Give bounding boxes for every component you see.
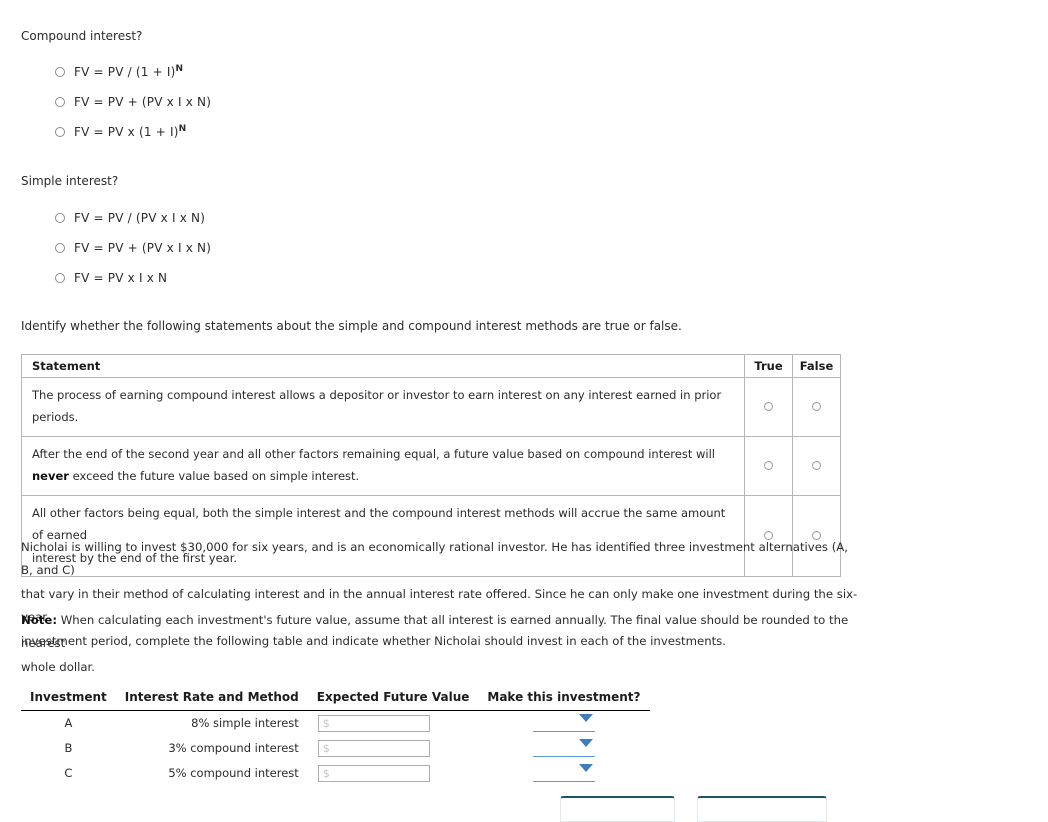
statement-text-2: After the end of the second year and all… bbox=[21, 435, 745, 496]
column-header-false: False bbox=[792, 354, 841, 378]
table-row: A 8% simple interest bbox=[21, 711, 650, 736]
decision-dropdown-b[interactable] bbox=[532, 738, 595, 758]
question-prompt-simple: Simple interest? bbox=[21, 174, 119, 188]
column-header-interest-rate-method: Interest Rate and Method bbox=[115, 690, 308, 711]
radio-option-compound-3[interactable]: FV = PV x (1 + I)N bbox=[55, 117, 211, 147]
column-header-true: True bbox=[744, 354, 793, 378]
radio-circle-icon[interactable] bbox=[55, 213, 65, 223]
future-value-input-b[interactable] bbox=[317, 739, 430, 757]
table-row: The process of earning compound interest… bbox=[21, 377, 841, 437]
radio-option-label: FV = PV + (PV x I x N) bbox=[74, 241, 212, 255]
radio-option-label: FV = PV / (PV x I x N) bbox=[74, 211, 206, 225]
bottom-button-left[interactable] bbox=[560, 796, 675, 822]
note-line-2: whole dollar. bbox=[21, 659, 95, 674]
decision-dropdown-a[interactable] bbox=[532, 713, 595, 733]
chevron-down-icon[interactable] bbox=[578, 739, 593, 747]
statement-line: The process of earning compound interest… bbox=[32, 388, 722, 425]
true-false-instruction: Identify whether the following statement… bbox=[21, 319, 682, 333]
false-radio-cell-1[interactable] bbox=[792, 377, 841, 437]
true-radio-cell-1[interactable] bbox=[744, 377, 793, 437]
note-line-1: When calculating each investment's futur… bbox=[21, 613, 849, 651]
decision-cell-b bbox=[478, 736, 649, 761]
radio-option-label: FV = PV x I x N bbox=[74, 271, 168, 285]
note-paragraph: Note: When calculating each investment's… bbox=[21, 609, 861, 679]
radio-option-compound-2[interactable]: FV = PV + (PV x I x N) bbox=[55, 87, 211, 117]
option-list-compound: FV = PV / (1 + I)N FV = PV + (PV x I x N… bbox=[55, 57, 211, 147]
radio-circle-icon[interactable] bbox=[764, 460, 773, 470]
statement-line: After the end of the second year and all… bbox=[32, 446, 715, 461]
radio-circle-icon[interactable] bbox=[55, 97, 65, 107]
radio-circle-icon[interactable] bbox=[812, 401, 821, 411]
radio-circle-icon[interactable] bbox=[55, 273, 65, 283]
investment-method-a: 8% simple interest bbox=[191, 716, 299, 731]
decision-cell-c bbox=[478, 761, 649, 786]
bottom-button-right[interactable] bbox=[697, 796, 827, 822]
radio-circle-icon[interactable] bbox=[812, 460, 821, 470]
radio-circle-icon[interactable] bbox=[55, 127, 65, 137]
dropdown-underline bbox=[532, 731, 595, 733]
scenario-line-1: Nicholai is willing to invest $30,000 fo… bbox=[21, 540, 848, 578]
page-root: Compound interest? FV = PV / (1 + I)N FV… bbox=[0, 0, 1048, 822]
investment-method-c: 5% compound interest bbox=[168, 766, 299, 780]
decision-dropdown-c[interactable] bbox=[532, 763, 595, 783]
column-header-investment: Investment bbox=[21, 690, 116, 711]
investment-header-row: Investment Interest Rate and Method Expe… bbox=[21, 690, 650, 711]
option-list-simple: FV = PV / (PV x I x N) FV = PV + (PV x I… bbox=[55, 203, 211, 293]
table-row: C 5% compound interest bbox=[21, 761, 650, 786]
radio-option-label: FV = PV x (1 + I)N bbox=[74, 124, 187, 140]
chevron-down-icon[interactable] bbox=[578, 714, 593, 723]
future-value-cell-b bbox=[308, 736, 479, 761]
table-row: B 3% compound interest bbox=[21, 736, 650, 761]
statement-emphasis: never bbox=[32, 469, 69, 484]
radio-option-label: FV = PV / (1 + I)N bbox=[74, 64, 184, 80]
future-value-input-a[interactable] bbox=[317, 714, 430, 732]
statement-line: exceed the future value based on simple … bbox=[68, 469, 360, 484]
investment-letter-b: B bbox=[64, 741, 73, 755]
table-header-row: Statement True False bbox=[21, 354, 841, 378]
investment-letter-c: C bbox=[64, 766, 73, 780]
true-radio-cell-2[interactable] bbox=[744, 435, 793, 496]
radio-option-compound-1[interactable]: FV = PV / (1 + I)N bbox=[55, 57, 211, 87]
future-value-cell-a bbox=[308, 711, 479, 736]
false-radio-cell-2[interactable] bbox=[792, 435, 841, 496]
note-label: Note: bbox=[21, 613, 57, 627]
column-header-make-this-investment: Make this investment? bbox=[478, 690, 650, 711]
dropdown-underline bbox=[532, 756, 595, 757]
radio-circle-icon[interactable] bbox=[55, 243, 65, 253]
question-prompt-compound: Compound interest? bbox=[21, 29, 143, 43]
column-header-expected-future-value: Expected Future Value bbox=[307, 690, 479, 711]
radio-option-simple-1[interactable]: FV = PV / (PV x I x N) bbox=[55, 203, 211, 233]
radio-option-simple-2[interactable]: FV = PV + (PV x I x N) bbox=[55, 233, 211, 263]
radio-circle-icon[interactable] bbox=[55, 67, 65, 77]
investment-method-b: 3% compound interest bbox=[168, 741, 299, 755]
decision-cell-a bbox=[478, 711, 649, 736]
radio-circle-icon[interactable] bbox=[764, 401, 773, 411]
future-value-input-c[interactable] bbox=[317, 764, 430, 782]
chevron-down-icon[interactable] bbox=[578, 764, 593, 772]
investment-letter-a: A bbox=[64, 716, 73, 731]
column-header-statement: Statement bbox=[21, 354, 745, 378]
investment-table: Investment Interest Rate and Method Expe… bbox=[21, 690, 650, 786]
radio-option-label: FV = PV + (PV x I x N) bbox=[74, 95, 212, 109]
statement-text-1: The process of earning compound interest… bbox=[21, 377, 745, 437]
dropdown-underline bbox=[532, 781, 595, 782]
table-row: After the end of the second year and all… bbox=[21, 435, 841, 496]
future-value-cell-c bbox=[308, 761, 479, 786]
radio-option-simple-3[interactable]: FV = PV x I x N bbox=[55, 263, 211, 293]
